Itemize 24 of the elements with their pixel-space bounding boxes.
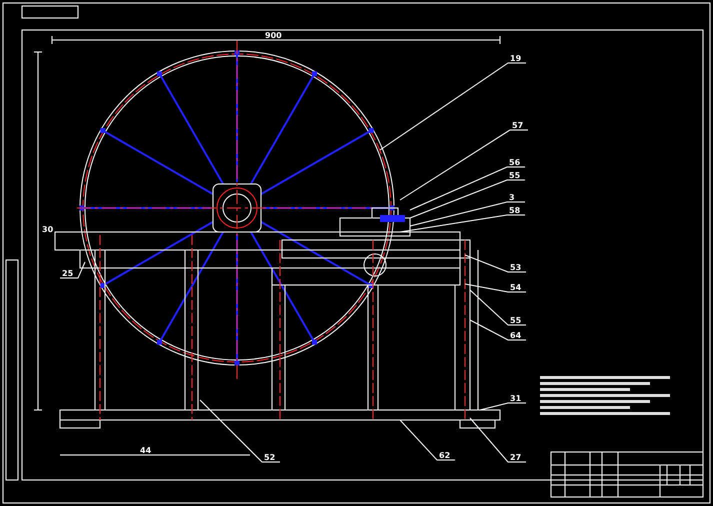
- part-number: 3: [509, 193, 515, 202]
- dimension-value: 30: [42, 225, 54, 234]
- leader-line: [60, 262, 86, 278]
- part-number: 19: [510, 54, 522, 63]
- part-number: 53: [510, 263, 522, 272]
- part-number: 52: [264, 453, 276, 462]
- part-number: 58: [509, 206, 520, 215]
- corner-stamp: [22, 6, 78, 18]
- leader-line: [400, 420, 456, 460]
- leader-line: [464, 254, 526, 272]
- dimension-value: 900: [265, 31, 282, 40]
- part-number: 62: [439, 451, 450, 460]
- part-number: 25: [62, 269, 74, 278]
- part-number: 55: [510, 316, 522, 325]
- part-number: 27: [510, 453, 522, 462]
- dimension-value: 44: [140, 446, 152, 455]
- part-number: 55: [509, 171, 520, 180]
- part-number: 31: [510, 394, 522, 403]
- part-number: 56: [509, 158, 520, 167]
- part-number: 57: [512, 121, 524, 130]
- part-number: 64: [510, 331, 522, 340]
- leader-line: [480, 402, 526, 410]
- part-number: 54: [510, 283, 522, 292]
- leader-line: [470, 418, 526, 462]
